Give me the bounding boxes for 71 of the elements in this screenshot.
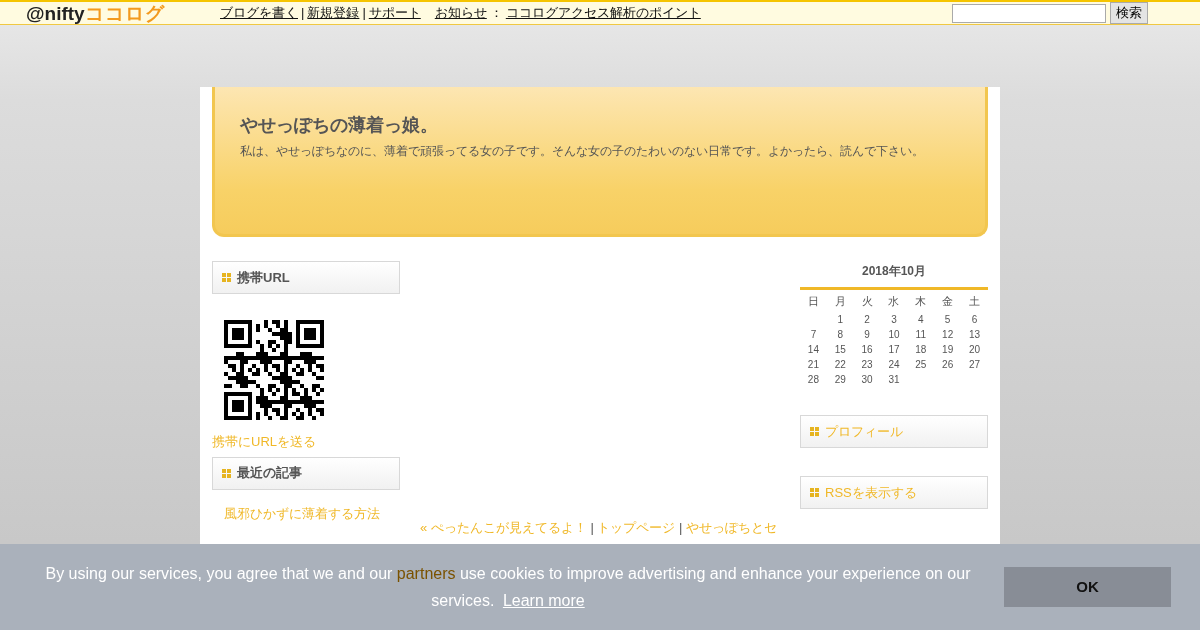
send-url-link[interactable]: 携帯にURLを送る bbox=[212, 434, 316, 449]
calendar-day: 18 bbox=[907, 342, 935, 357]
calendar-day: 30 bbox=[853, 372, 881, 387]
weekday-label: 月 bbox=[833, 294, 847, 309]
calendar-day: 20 bbox=[961, 342, 988, 357]
partners-link[interactable]: partners bbox=[396, 565, 456, 582]
calendar-day: 7 bbox=[800, 327, 827, 342]
calendar-day: 2 bbox=[853, 312, 881, 327]
blog-title: やせっぽちの薄着っ娘。 bbox=[240, 115, 439, 137]
learn-more-link[interactable]: Learn more bbox=[502, 592, 585, 609]
widget-header[interactable]: RSSを表示する bbox=[800, 476, 988, 509]
calendar-day: 24 bbox=[880, 357, 908, 372]
calendar-day: 9 bbox=[853, 327, 881, 342]
blog-description: 私は、やせっぽちなのに、薄着で頑張ってる女の子です。そんな女の子のたわいのない日常です。よかったら、読んで下さい。 bbox=[240, 143, 925, 160]
bullet-icon bbox=[222, 273, 231, 282]
post-nav-link[interactable]: トップページ bbox=[597, 520, 676, 535]
widget-header[interactable]: プロフィール bbox=[800, 415, 988, 448]
post-nav-link[interactable]: « ぺったんこが見えてるよ！ bbox=[420, 520, 587, 535]
calendar-day: 6 bbox=[961, 312, 988, 327]
post-nav-link[interactable]: やせっぽちとセ bbox=[686, 520, 778, 535]
calendar-day: 5 bbox=[934, 312, 962, 327]
separator: | bbox=[678, 520, 684, 535]
nav-link[interactable]: 新規登録 bbox=[307, 5, 360, 21]
nav-link[interactable]: ブログを書く bbox=[220, 5, 298, 21]
calendar-day: 28 bbox=[800, 372, 827, 387]
bullet-icon bbox=[222, 468, 231, 478]
calendar-day: 11 bbox=[907, 327, 935, 342]
nav-link[interactable]: サポート bbox=[368, 5, 421, 21]
calendar-day: 3 bbox=[880, 312, 908, 327]
calendar-day: 14 bbox=[800, 342, 827, 357]
search-button[interactable]: 検索 bbox=[1110, 2, 1148, 24]
cookie-notice: By using our services, you agree that we and our partners use cookies to improve advertising and enhance your experience on our services. Learn more bbox=[44, 564, 972, 611]
calendar-day: 4 bbox=[907, 312, 935, 327]
calendar-day: 1 bbox=[826, 312, 854, 327]
calendar-day: 29 bbox=[826, 372, 854, 387]
calendar-day: 10 bbox=[880, 327, 908, 342]
weekday-label: 日 bbox=[806, 294, 820, 309]
bullet-icon bbox=[810, 488, 819, 497]
nav-link[interactable]: ココログアクセス解析のポイント bbox=[505, 5, 701, 21]
weekday-label: 木 bbox=[914, 294, 928, 309]
logo[interactable]: @niftyココログ bbox=[0, 3, 220, 23]
separator: ： bbox=[489, 5, 503, 21]
calendar-day: 15 bbox=[826, 342, 854, 357]
calendar-day: 23 bbox=[853, 357, 881, 372]
calendar-day: 16 bbox=[853, 342, 881, 357]
calendar-day: 12 bbox=[934, 327, 962, 342]
calendar-day: 25 bbox=[907, 357, 935, 372]
weekday-label: 火 bbox=[860, 294, 874, 309]
separator: | bbox=[589, 520, 595, 535]
calendar-day: 26 bbox=[934, 357, 962, 372]
calendar-day: 19 bbox=[934, 342, 962, 357]
calendar-day: 31 bbox=[880, 372, 908, 387]
calendar-day: 8 bbox=[826, 327, 854, 342]
calendar-title: 2018年10月 bbox=[800, 261, 988, 290]
weekday-label: 土 bbox=[968, 294, 982, 309]
weekday-label: 水 bbox=[887, 294, 901, 309]
nav-link[interactable]: お知らせ bbox=[434, 5, 487, 21]
calendar-day: 17 bbox=[880, 342, 908, 357]
calendar-day: 21 bbox=[800, 357, 827, 372]
widget-title: 最近の記事 bbox=[237, 464, 302, 483]
article-link[interactable]: 風邪ひかずに薄着する方法 bbox=[224, 503, 388, 523]
ok-button[interactable]: OK bbox=[1004, 567, 1171, 607]
search-field[interactable] bbox=[952, 3, 1106, 23]
widget-title: 携帯URL bbox=[237, 268, 290, 287]
weekday-label: 金 bbox=[941, 294, 955, 309]
calendar-day: 22 bbox=[826, 357, 854, 372]
bullet-icon bbox=[810, 427, 819, 436]
separator: | bbox=[362, 5, 366, 21]
calendar-day: 27 bbox=[961, 357, 988, 372]
calendar-day: 13 bbox=[961, 327, 988, 342]
separator: | bbox=[301, 5, 305, 21]
